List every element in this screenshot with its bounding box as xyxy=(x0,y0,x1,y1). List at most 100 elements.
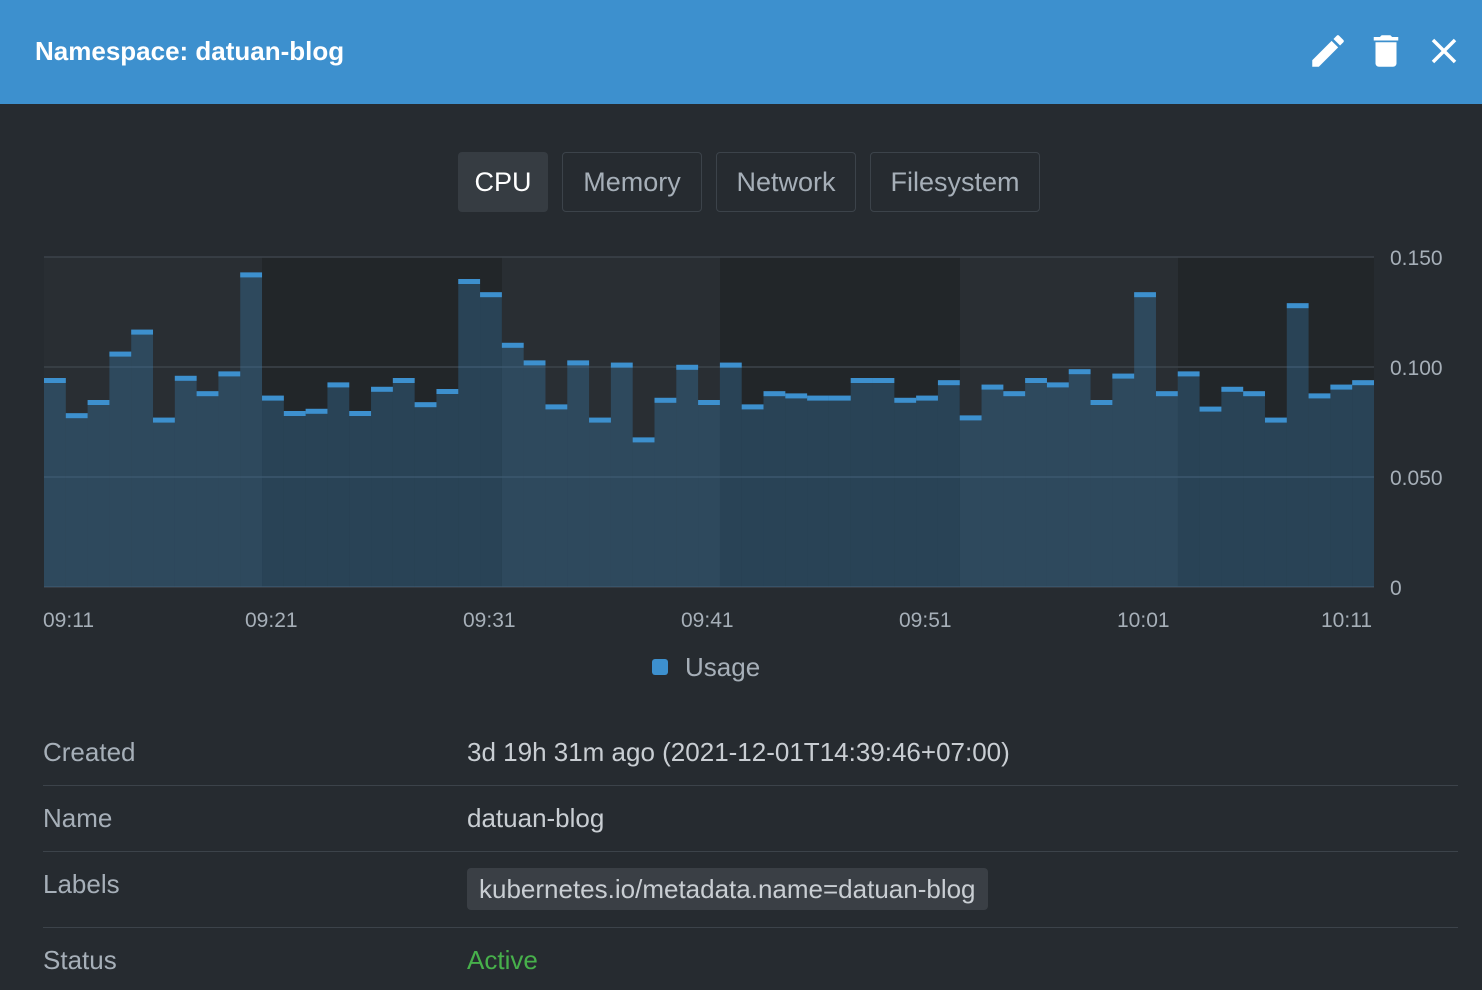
usage-bar[interactable] xyxy=(1264,417,1287,587)
usage-bar[interactable] xyxy=(1221,386,1244,587)
usage-bar[interactable] xyxy=(65,413,88,587)
drawer-title: Namespace: datuan-blog xyxy=(35,36,345,66)
usage-bar[interactable] xyxy=(610,362,633,587)
usage-bar[interactable] xyxy=(1112,373,1135,587)
usage-bar[interactable] xyxy=(240,272,263,587)
usage-bar[interactable] xyxy=(785,393,808,587)
usage-bar[interactable] xyxy=(349,411,372,587)
usage-bar[interactable] xyxy=(501,342,524,587)
usage-bar[interactable] xyxy=(894,397,917,587)
label-chip: kubernetes.io/metadata.name=datuan-blog xyxy=(467,868,988,910)
usage-bar[interactable] xyxy=(1155,391,1178,587)
usage-bar[interactable] xyxy=(196,391,219,587)
usage-bar[interactable] xyxy=(1046,382,1069,587)
usage-bar-top xyxy=(894,397,917,403)
usage-bar[interactable] xyxy=(763,391,786,587)
usage-bar[interactable] xyxy=(872,378,895,587)
delete-button[interactable] xyxy=(1365,30,1407,72)
usage-bar[interactable] xyxy=(1330,384,1353,587)
x-tick-label: 09:11 xyxy=(43,609,94,632)
usage-bar-top xyxy=(632,437,655,443)
usage-bar[interactable] xyxy=(1286,303,1309,587)
usage-bar[interactable] xyxy=(654,397,677,587)
usage-bar-top xyxy=(937,380,960,386)
usage-bar[interactable] xyxy=(392,378,415,587)
usage-bar[interactable] xyxy=(523,360,546,587)
tab-network[interactable]: Network xyxy=(716,152,856,212)
usage-bar[interactable] xyxy=(719,362,742,587)
usage-bar[interactable] xyxy=(436,389,459,587)
usage-bar-top xyxy=(676,364,699,370)
usage-bar[interactable] xyxy=(632,437,655,587)
usage-bar-top xyxy=(1330,384,1353,390)
usage-bar[interactable] xyxy=(327,382,350,587)
usage-bar[interactable] xyxy=(1308,393,1331,587)
usage-bar-top xyxy=(1199,406,1222,412)
usage-bar[interactable] xyxy=(283,411,306,587)
usage-bar-top xyxy=(1025,378,1047,383)
usage-bar[interactable] xyxy=(937,380,960,587)
detail-row-status: Status Active xyxy=(43,928,1458,990)
usage-bar[interactable] xyxy=(414,402,437,587)
usage-bar[interactable] xyxy=(1068,369,1091,587)
usage-bar[interactable] xyxy=(741,404,764,587)
usage-bar[interactable] xyxy=(1134,292,1156,587)
usage-bar-top xyxy=(1352,380,1374,386)
tab-cpu[interactable]: CPU xyxy=(458,152,548,212)
x-tick-label: 09:31 xyxy=(463,609,516,632)
usage-bar-top xyxy=(1177,371,1200,377)
usage-bar[interactable] xyxy=(698,400,720,587)
close-button[interactable] xyxy=(1423,30,1465,72)
usage-bar-top xyxy=(523,360,546,366)
usage-bar-top xyxy=(872,378,895,383)
usage-bar[interactable] xyxy=(44,378,66,587)
usage-bar[interactable] xyxy=(305,408,328,587)
usage-bar[interactable] xyxy=(981,384,1004,587)
usage-bar-top xyxy=(807,395,829,401)
usage-bar-top xyxy=(480,292,502,298)
usage-bar-top xyxy=(1308,393,1331,399)
usage-bar[interactable] xyxy=(218,371,241,587)
usage-bar-top xyxy=(610,362,633,368)
usage-bar[interactable] xyxy=(676,364,699,587)
edit-button[interactable] xyxy=(1307,30,1349,72)
usage-bar[interactable] xyxy=(262,395,284,587)
created-value: 3d 19h 31m ago (2021-12-01T14:39:46+07:0… xyxy=(467,737,1010,767)
usage-bar[interactable] xyxy=(1199,406,1222,587)
usage-bar[interactable] xyxy=(567,360,590,587)
usage-bar-top xyxy=(436,389,459,394)
usage-bar-top xyxy=(828,395,851,401)
usage-bar[interactable] xyxy=(87,400,110,587)
usage-bar[interactable] xyxy=(1177,371,1200,587)
usage-bar-top xyxy=(1155,391,1178,397)
usage-bar[interactable] xyxy=(916,395,938,587)
usage-bar-top xyxy=(567,360,590,366)
usage-bar-top xyxy=(87,400,110,405)
close-icon xyxy=(1431,38,1457,64)
drawer-header: Namespace: datuan-blog xyxy=(0,0,1482,104)
usage-bar-top xyxy=(698,400,720,405)
usage-bar[interactable] xyxy=(1025,378,1047,587)
usage-bar[interactable] xyxy=(109,351,132,587)
usage-bar[interactable] xyxy=(1090,400,1113,587)
usage-bar[interactable] xyxy=(174,375,197,587)
usage-bar[interactable] xyxy=(545,404,568,587)
usage-bar[interactable] xyxy=(458,279,481,587)
usage-bar[interactable] xyxy=(1243,391,1265,587)
usage-bar[interactable] xyxy=(959,415,982,587)
tab-filesystem[interactable]: Filesystem xyxy=(870,152,1040,212)
usage-bar[interactable] xyxy=(828,395,851,587)
usage-bar[interactable] xyxy=(1003,391,1026,587)
usage-bar-top xyxy=(1221,386,1244,392)
x-tick-label: 09:41 xyxy=(681,609,734,632)
usage-bar[interactable] xyxy=(371,386,393,587)
usage-bar[interactable] xyxy=(480,292,502,587)
trash-icon xyxy=(1373,35,1399,67)
usage-bar[interactable] xyxy=(589,417,611,587)
usage-bar[interactable] xyxy=(1352,380,1374,587)
tab-memory[interactable]: Memory xyxy=(562,152,702,212)
usage-bar[interactable] xyxy=(850,378,873,587)
usage-bar[interactable] xyxy=(807,395,829,587)
usage-bar[interactable] xyxy=(131,329,154,587)
usage-bar[interactable] xyxy=(153,417,175,587)
